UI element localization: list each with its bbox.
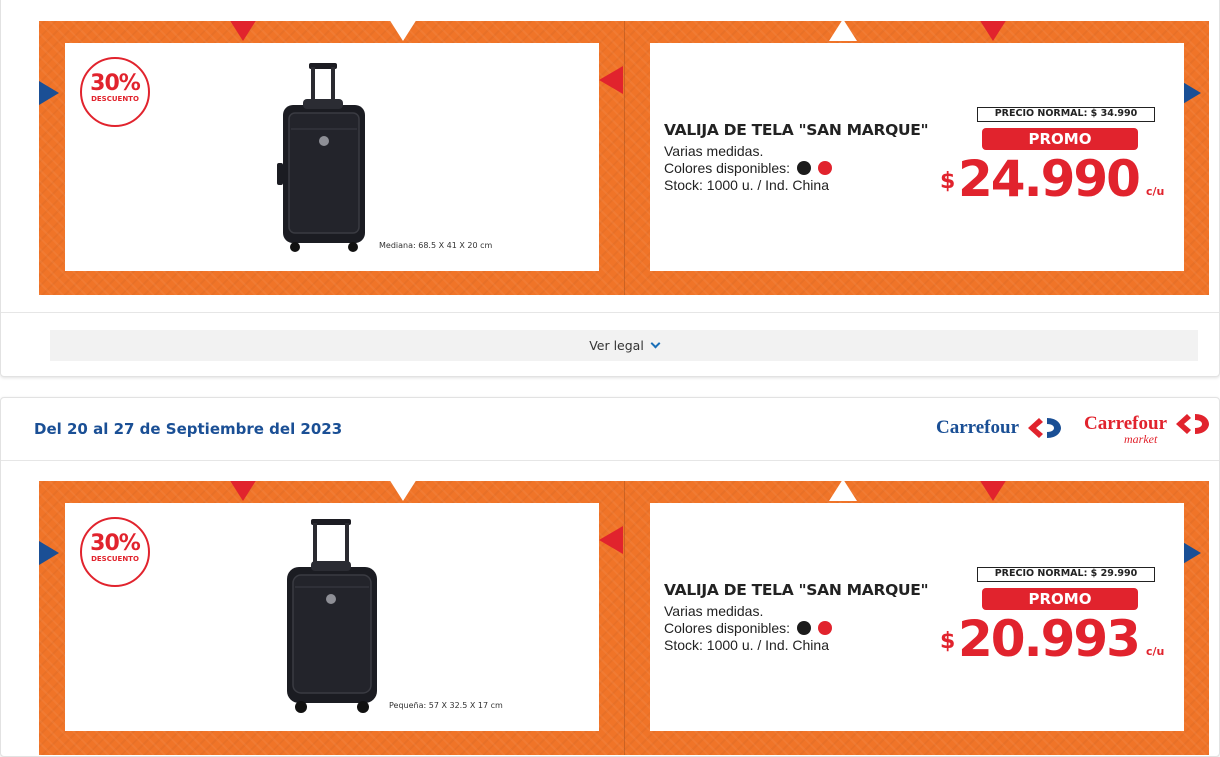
desc-line: Stock: 1000 u. / Ind. China (664, 177, 829, 193)
product-info-panel: VALIJA DE TELA "SAN MARQUE" Varias medid… (650, 503, 1184, 731)
color-swatch-black (796, 621, 811, 635)
flag-decoration (599, 526, 623, 554)
price-currency: $ (940, 169, 956, 194)
desc-line: Varias medidas. (664, 603, 764, 619)
flag-decoration (1181, 81, 1201, 105)
flag-decoration (979, 21, 1007, 41)
banner-divider (624, 481, 625, 755)
discount-badge: 30% DESCUENTO (80, 517, 150, 587)
desc-line: Stock: 1000 u. / Ind. China (664, 637, 829, 653)
offer-card-2: Del 20 al 27 de Septiembre del 2023 Carr… (0, 397, 1220, 757)
discount-percent: 30% (90, 531, 141, 556)
flag-decoration (39, 541, 59, 565)
normal-price: PRECIO NORMAL: $ 34.990 (977, 107, 1155, 122)
discount-label: DESCUENTO (91, 95, 139, 103)
product-title: VALIJA DE TELA "SAN MARQUE" (664, 121, 929, 139)
product-image-panel: 30% DESCUENTO Pequeña: 57 X 32.5 X 17 cm (65, 503, 599, 731)
flag-decoration (39, 81, 59, 105)
flag-decoration (1181, 541, 1201, 565)
promo-banner: 30% DESCUENTO Pequeña: 57 X 32.5 X 17 cm… (39, 481, 1209, 755)
desc-line: Colores disponibles: (664, 160, 791, 176)
carrefour-market-logo: Carrefour market (1084, 412, 1211, 446)
promo-badge: PROMO (982, 588, 1138, 610)
flag-decoration (829, 21, 857, 41)
flag-decoration (229, 481, 257, 501)
ver-legal-label: Ver legal (589, 338, 644, 353)
offer-card-1: 30% DESCUENTO Mediana: 68.5 X 41 X 20 cm… (0, 0, 1220, 377)
carrefour-mark-icon (1176, 414, 1210, 434)
price-currency: $ (940, 629, 956, 654)
flag-decoration (829, 481, 857, 501)
promo-price: 20.993 (958, 610, 1141, 668)
product-description: Varias medidas. Colores disponibles: Sto… (664, 603, 832, 654)
carrefour-mark-icon (1028, 418, 1062, 438)
color-swatch-black (796, 161, 811, 175)
product-description: Varias medidas. Colores disponibles: Sto… (664, 143, 832, 194)
ver-legal-button[interactable]: Ver legal (50, 330, 1198, 361)
card-header: Del 20 al 27 de Septiembre del 2023 Carr… (1, 398, 1219, 461)
normal-price: PRECIO NORMAL: $ 29.990 (977, 567, 1155, 582)
product-title: VALIJA DE TELA "SAN MARQUE" (664, 581, 929, 599)
discount-percent: 30% (90, 71, 141, 96)
dimensions-label: Mediana: 68.5 X 41 X 20 cm (379, 241, 493, 250)
promo-banner: 30% DESCUENTO Mediana: 68.5 X 41 X 20 cm… (39, 21, 1209, 295)
flag-decoration (599, 66, 623, 94)
chevron-down-icon (650, 338, 661, 349)
flag-decoration (229, 21, 257, 41)
dimensions-label: Pequeña: 57 X 32.5 X 17 cm (389, 701, 503, 710)
product-image-panel: 30% DESCUENTO Mediana: 68.5 X 41 X 20 cm (65, 43, 599, 271)
suitcase-image (277, 63, 365, 252)
divider (1, 312, 1219, 313)
carrefour-logo: Carrefour (936, 416, 1063, 440)
desc-line: Colores disponibles: (664, 620, 791, 636)
color-swatch-red (817, 161, 832, 175)
desc-colors-row: Colores disponibles: (664, 160, 832, 177)
price-unit: c/u (1146, 645, 1165, 658)
carrefour-logo-text: Carrefour (936, 417, 1020, 438)
desc-colors-row: Colores disponibles: (664, 620, 832, 637)
promo-badge: PROMO (982, 128, 1138, 150)
banner-divider (624, 21, 625, 295)
carrefour-market-sub: market (1124, 432, 1158, 446)
flag-decoration (389, 481, 417, 501)
price-unit: c/u (1146, 185, 1165, 198)
discount-badge: 30% DESCUENTO (80, 57, 150, 127)
flag-decoration (389, 21, 417, 41)
date-range: Del 20 al 27 de Septiembre del 2023 (34, 420, 343, 438)
flag-decoration (979, 481, 1007, 501)
promo-price: 24.990 (958, 150, 1141, 208)
discount-label: DESCUENTO (91, 555, 139, 563)
color-swatch-red (817, 621, 832, 635)
product-info-panel: VALIJA DE TELA "SAN MARQUE" Varias medid… (650, 43, 1184, 271)
suitcase-image (287, 519, 377, 713)
desc-line: Varias medidas. (664, 143, 764, 159)
